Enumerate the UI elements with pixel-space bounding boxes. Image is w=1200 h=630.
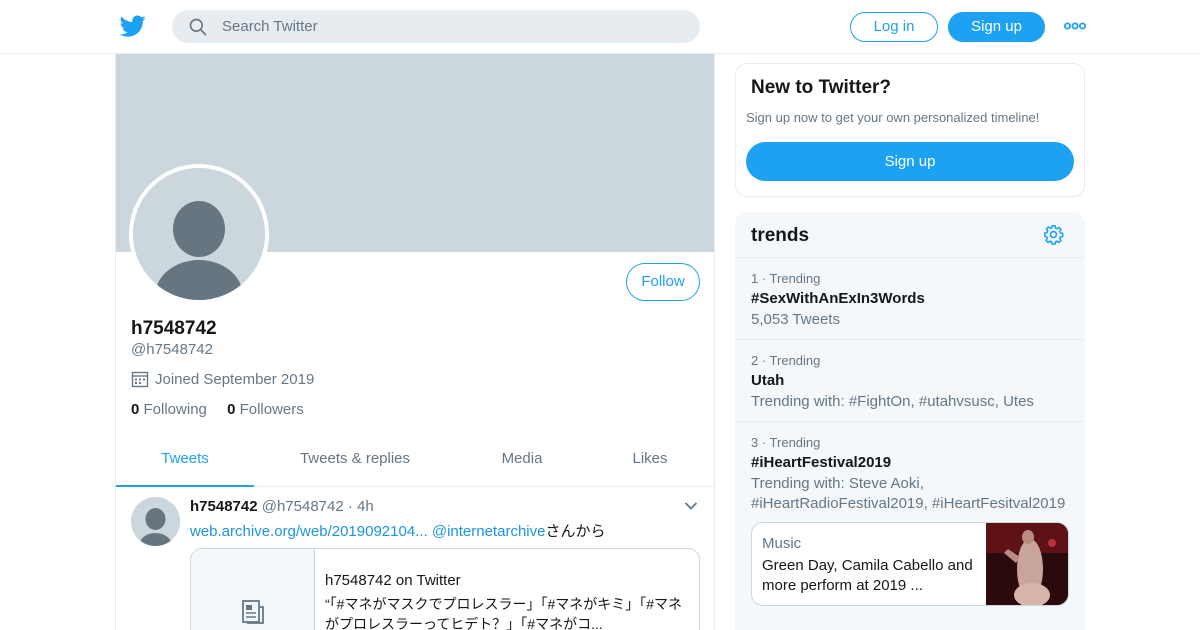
- more-dots-icon[interactable]: [1064, 20, 1086, 32]
- search-input[interactable]: [222, 10, 682, 43]
- follow-button[interactable]: Follow: [626, 263, 700, 301]
- tweet-text: web.archive.org/web/2019092104... @inter…: [190, 520, 605, 541]
- profile-stats: 0 Following 0 Followers: [131, 401, 320, 418]
- profile-avatar[interactable]: [129, 164, 269, 304]
- trends-title: trends: [751, 225, 810, 246]
- trends-header: trends: [735, 212, 1085, 258]
- trend-related-cont: #iHeartRadioFestival2019, #iHeartFesitva…: [751, 495, 1066, 512]
- tweet-time[interactable]: 4h: [357, 498, 374, 515]
- moment-title: Green Day, Camila Cabello and more perfo…: [762, 557, 973, 594]
- new-to-twitter-box: New to Twitter? Sign up now to get your …: [735, 63, 1085, 197]
- trend-meta: 2 · Trending: [751, 353, 821, 368]
- profile-display-name: h7548742: [131, 318, 217, 339]
- signup-button-large[interactable]: Sign up: [746, 142, 1074, 181]
- trend-name: Utah: [751, 372, 785, 389]
- link-card-description: “「#マネがマスクでプロレスラー」「#マネがキミ」「#マネがプロレスラーってヒデ…: [325, 596, 683, 630]
- search-bar[interactable]: [172, 10, 700, 43]
- tweet-avatar[interactable]: [131, 497, 180, 546]
- link-card-title: h7548742 on Twitter: [325, 572, 461, 589]
- tweet-text-suffix: さんから: [545, 523, 606, 540]
- joined-date: Joined September 2019: [131, 370, 314, 388]
- following-stat[interactable]: 0 Following: [131, 401, 207, 418]
- tab-tweets-replies[interactable]: Tweets & replies: [280, 436, 430, 487]
- trend-meta: 3 · Trending: [751, 435, 821, 450]
- trend-moment-card[interactable]: Music Green Day, Camila Cabello and more…: [751, 522, 1069, 606]
- link-card[interactable]: h7548742 on Twitter “「#マネがマスクでプロレスラー」「#マ…: [190, 548, 700, 630]
- calendar-icon: [131, 371, 149, 388]
- chevron-down-icon[interactable]: [684, 501, 698, 511]
- trends-panel: trends 1 · Trending #SexWithAnExIn3Words…: [735, 212, 1085, 630]
- login-button[interactable]: Log in: [850, 12, 938, 42]
- tweet-author-name[interactable]: h7548742: [190, 498, 258, 515]
- tweet-link[interactable]: web.archive.org/web/2019092104...: [190, 523, 428, 540]
- tab-media[interactable]: Media: [478, 436, 566, 487]
- default-avatar-icon: [131, 497, 180, 546]
- top-navigation-bar: Log in Sign up: [0, 0, 1200, 54]
- trend-item[interactable]: 1 · Trending #SexWithAnExIn3Words 5,053 …: [735, 258, 1085, 340]
- gear-icon[interactable]: [1043, 224, 1064, 245]
- search-icon: [189, 18, 207, 36]
- moment-category: Music: [762, 535, 802, 552]
- new-to-twitter-title: New to Twitter?: [751, 77, 892, 98]
- joined-text: Joined September 2019: [155, 370, 315, 388]
- tab-likes[interactable]: Likes: [610, 436, 690, 487]
- trend-tweet-count: 5,053 Tweets: [751, 311, 840, 328]
- tweet[interactable]: h7548742 @h7548742 · 4h web.archive.org/…: [116, 487, 714, 630]
- signup-button[interactable]: Sign up: [948, 12, 1045, 42]
- tweet-mention[interactable]: @internetarchive: [432, 523, 546, 540]
- trend-item[interactable]: 2 · Trending Utah Trending with: #FightO…: [735, 340, 1085, 422]
- link-card-thumbnail: [191, 549, 315, 630]
- new-to-twitter-subtitle: Sign up now to get your own personalized…: [746, 110, 1040, 125]
- profile-tabs: Tweets Tweets & replies Media Likes: [116, 436, 714, 487]
- trend-meta: 1 · Trending: [751, 271, 821, 286]
- tweet-header: h7548742 @h7548742 · 4h: [190, 498, 374, 515]
- trend-related: Trending with: Steve Aoki,: [751, 475, 924, 492]
- followers-stat[interactable]: 0 Followers: [227, 401, 304, 418]
- twitter-bird-icon[interactable]: [120, 13, 146, 39]
- trend-related: Trending with: #FightOn, #utahvsusc, Ute…: [751, 393, 1034, 410]
- tab-tweets[interactable]: Tweets: [116, 436, 254, 487]
- document-icon: [242, 600, 264, 624]
- default-avatar-icon: [133, 168, 265, 300]
- trend-name: #iHeartFestival2019: [751, 454, 892, 471]
- moment-thumbnail: [986, 523, 1068, 605]
- tweet-separator: ·: [347, 498, 353, 515]
- profile-column: Follow h7548742 @h7548742 Joined Septemb…: [115, 54, 715, 630]
- trend-name: #SexWithAnExIn3Words: [751, 290, 925, 307]
- profile-handle: @h7548742: [131, 341, 213, 358]
- tweet-author-handle[interactable]: @h7548742: [262, 498, 344, 515]
